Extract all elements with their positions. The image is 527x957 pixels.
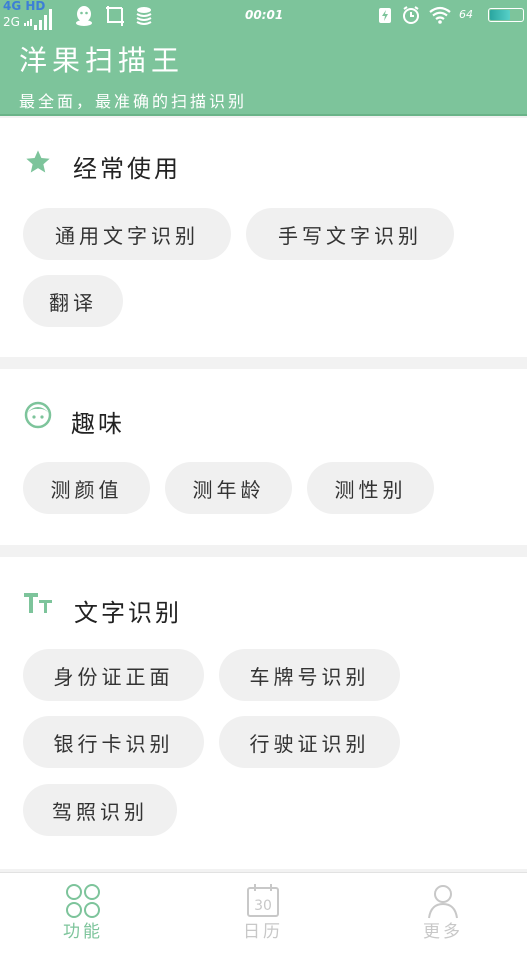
app-title: 洋果扫描王 [19,44,185,77]
chip-translate[interactable]: 翻译 [23,275,123,327]
section-text-recognition: 文字识别 身份证正面 车牌号识别 银行卡识别 行驶证识别 驾照识别 [0,557,527,869]
signal-icon [24,19,32,26]
bottom-nav: 功能 30 日历 更多 [0,872,527,957]
storage-icon [136,7,152,25]
face-icon [24,401,52,429]
text-size-icon [24,593,52,613]
section-fun: 趣味 测颜值 测年龄 测性别 [0,369,527,545]
nav-tab-features[interactable]: 功能 [48,883,118,942]
calendar-icon: 30 [247,884,279,917]
signal-bars-icon [34,9,52,31]
grid-icon [66,884,100,918]
status-bar: 4G HD 2G 00:01 64 [0,0,527,31]
person-icon [428,885,458,919]
qq-icon [76,6,92,26]
nav-label: 日历 [243,922,283,942]
battery-percent: 64 [459,8,473,21]
wifi-icon [429,6,451,24]
chip-license-plate[interactable]: 车牌号识别 [219,649,400,701]
star-icon [26,150,50,173]
chip-vehicle-license[interactable]: 行驶证识别 [219,716,400,768]
chip-bank-card[interactable]: 银行卡识别 [23,716,204,768]
section-title: 经常使用 [73,155,181,183]
section-frequent: 经常使用 通用文字识别 手写文字识别 翻译 [0,118,527,357]
status-time: 00:01 [245,8,284,22]
nav-label: 功能 [63,922,103,942]
chip-face-score[interactable]: 测颜值 [23,462,150,514]
nav-tab-more[interactable]: 更多 [408,883,478,942]
screenshot-icon [106,6,124,26]
nav-tab-calendar[interactable]: 30 日历 [228,883,298,942]
chip-gender-detect[interactable]: 测性别 [307,462,434,514]
nav-label: 更多 [423,922,463,942]
section-title: 文字识别 [74,599,182,627]
alarm-icon [403,6,419,24]
battery-fill [490,10,511,20]
calendar-day: 30 [254,898,272,914]
chip-id-card-front[interactable]: 身份证正面 [23,649,204,701]
charging-icon [379,8,391,23]
chip-handwriting-recognition[interactable]: 手写文字识别 [246,208,454,260]
chip-age-estimate[interactable]: 测年龄 [165,462,292,514]
chip-general-text-recognition[interactable]: 通用文字识别 [23,208,231,260]
section-title: 趣味 [71,410,125,438]
app-header: 洋果扫描王 最全面，最准确的扫描识别 [0,30,527,116]
chip-driver-license[interactable]: 驾照识别 [23,784,177,836]
battery-icon [488,8,524,22]
app-subtitle: 最全面，最准确的扫描识别 [19,92,248,111]
